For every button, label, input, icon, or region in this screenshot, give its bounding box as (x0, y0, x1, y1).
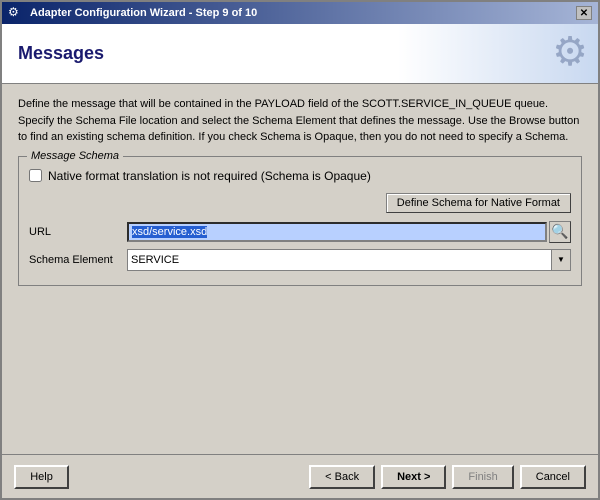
back-button[interactable]: < Back (309, 465, 375, 489)
define-schema-row: Define Schema for Native Format (29, 193, 571, 213)
title-bar-text: Adapter Configuration Wizard - Step 9 of… (30, 7, 257, 19)
close-button[interactable]: ✕ (576, 6, 592, 20)
url-label: URL (29, 226, 119, 238)
message-schema-group: Message Schema Native format translation… (18, 156, 582, 286)
schema-element-select[interactable]: SERVICE (127, 249, 571, 271)
define-schema-button[interactable]: Define Schema for Native Format (386, 193, 571, 213)
finish-button[interactable]: Finish (452, 465, 513, 489)
header-banner: Messages ⚙ (2, 24, 598, 84)
opaque-checkbox-label: Native format translation is not require… (48, 169, 371, 183)
search-icon: 🔍 (551, 223, 568, 240)
help-button[interactable]: Help (14, 465, 69, 489)
main-content: Define the message that will be containe… (2, 84, 598, 454)
browse-button[interactable]: 🔍 (549, 221, 571, 243)
opaque-checkbox[interactable] (29, 169, 42, 182)
opaque-checkbox-row: Native format translation is not require… (29, 169, 571, 183)
description-text: Define the message that will be containe… (18, 96, 582, 146)
footer-left: Help (14, 465, 69, 489)
footer-right: < Back Next > Finish Cancel (309, 465, 586, 489)
next-button[interactable]: Next > (381, 465, 446, 489)
wizard-window: ⚙ Adapter Configuration Wizard - Step 9 … (0, 0, 600, 500)
schema-element-select-wrapper: SERVICE ▼ (127, 249, 571, 271)
title-bar-left: ⚙ Adapter Configuration Wizard - Step 9 … (8, 5, 257, 21)
app-icon: ⚙ (8, 5, 24, 21)
url-input[interactable] (127, 222, 547, 242)
url-row: URL 🔍 (29, 221, 571, 243)
cancel-button[interactable]: Cancel (520, 465, 586, 489)
title-bar: ⚙ Adapter Configuration Wizard - Step 9 … (2, 2, 598, 24)
footer: Help < Back Next > Finish Cancel (2, 454, 598, 498)
gear-icon: ⚙ (552, 29, 588, 75)
group-legend: Message Schema (27, 150, 123, 162)
url-input-wrapper: 🔍 (127, 221, 571, 243)
schema-element-row: Schema Element SERVICE ▼ (29, 249, 571, 271)
schema-element-label: Schema Element (29, 254, 119, 266)
page-title: Messages (18, 43, 104, 64)
